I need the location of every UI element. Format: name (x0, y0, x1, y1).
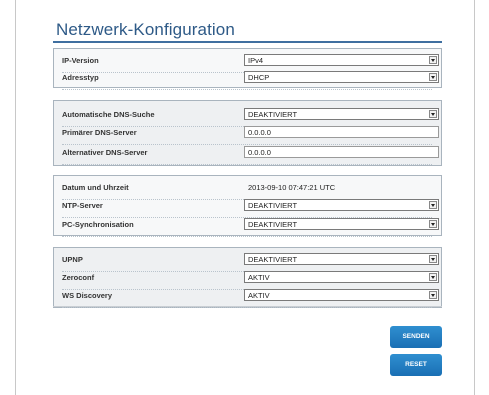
ip-version-value: IPv4 (248, 56, 264, 65)
address-type-select[interactable]: DHCP (244, 71, 439, 83)
ip-version-label: IP-Version (62, 56, 99, 65)
address-type-row: Adresstyp DHCP (62, 71, 439, 90)
zeroconf-value: AKTIV (248, 273, 270, 282)
ntp-row: NTP-Server DEAKTIVIERT (62, 199, 439, 218)
send-button[interactable]: SENDEN (390, 326, 442, 348)
ntp-value: DEAKTIVIERT (248, 201, 298, 210)
auto-dns-label: Automatische DNS-Suche (62, 110, 155, 119)
pc-sync-label: PC-Synchronisation (62, 220, 134, 229)
upnp-row: UPNP DEAKTIVIERT (62, 253, 439, 272)
discovery-settings-panel: UPNP DEAKTIVIERT Zeroconf AKTIV WS Disco… (53, 247, 442, 308)
alternate-dns-label: Alternativer DNS-Server (62, 148, 148, 157)
upnp-select[interactable]: DEAKTIVIERT (244, 253, 439, 265)
zeroconf-label: Zeroconf (62, 273, 95, 282)
chevron-down-icon[interactable] (429, 291, 437, 299)
auto-dns-value: DEAKTIVIERT (248, 110, 298, 119)
ws-discovery-select[interactable]: AKTIV (244, 289, 439, 301)
ws-discovery-label: WS Discovery (62, 291, 113, 300)
time-settings-panel: Datum und Uhrzeit 2013-09-10 07:47:21 UT… (53, 175, 442, 237)
upnp-label: UPNP (62, 255, 83, 264)
ws-discovery-value: AKTIV (248, 291, 270, 300)
pc-sync-row: PC-Synchronisation DEAKTIVIERT (62, 218, 439, 237)
chevron-down-icon[interactable] (429, 73, 437, 81)
primary-dns-row: Primärer DNS-Server 0.0.0.0 (62, 126, 439, 145)
datetime-value: 2013-09-10 07:47:21 UTC (248, 183, 336, 192)
dns-settings-panel: Automatische DNS-Suche DEAKTIVIERT Primä… (53, 100, 442, 166)
ip-version-select[interactable]: IPv4 (244, 54, 439, 66)
alternate-dns-input[interactable]: 0.0.0.0 (244, 146, 439, 158)
auto-dns-row: Automatische DNS-Suche DEAKTIVIERT (62, 108, 439, 127)
zeroconf-select[interactable]: AKTIV (244, 271, 439, 283)
datetime-label: Datum und Uhrzeit (62, 183, 129, 192)
primary-dns-input[interactable]: 0.0.0.0 (244, 126, 439, 138)
address-type-label: Adresstyp (62, 73, 99, 82)
ip-settings-panel: IP-Version IPv4 Adresstyp DHCP (53, 48, 442, 90)
section-divider (53, 306, 442, 307)
upnp-value: DEAKTIVIERT (248, 255, 298, 264)
alternate-dns-row: Alternativer DNS-Server 0.0.0.0 (62, 146, 439, 165)
ntp-select[interactable]: DEAKTIVIERT (244, 199, 439, 211)
page-title: Netzwerk-Konfiguration (56, 20, 235, 39)
datetime-row: Datum und Uhrzeit 2013-09-10 07:47:21 UT… (62, 181, 432, 200)
reset-button[interactable]: RESET (390, 354, 442, 376)
pc-sync-value: DEAKTIVIERT (248, 220, 298, 229)
chevron-down-icon[interactable] (429, 220, 437, 228)
chevron-down-icon[interactable] (429, 255, 437, 263)
chevron-down-icon[interactable] (429, 110, 437, 118)
chevron-down-icon[interactable] (429, 273, 437, 281)
zeroconf-row: Zeroconf AKTIV (62, 271, 439, 290)
address-type-value: DHCP (248, 73, 270, 82)
pc-sync-select[interactable]: DEAKTIVIERT (244, 218, 439, 230)
chevron-down-icon[interactable] (429, 201, 437, 209)
auto-dns-select[interactable]: DEAKTIVIERT (244, 108, 439, 120)
ntp-label: NTP-Server (62, 201, 103, 210)
primary-dns-label: Primärer DNS-Server (62, 128, 137, 137)
chevron-down-icon[interactable] (429, 56, 437, 64)
title-divider (53, 41, 442, 43)
